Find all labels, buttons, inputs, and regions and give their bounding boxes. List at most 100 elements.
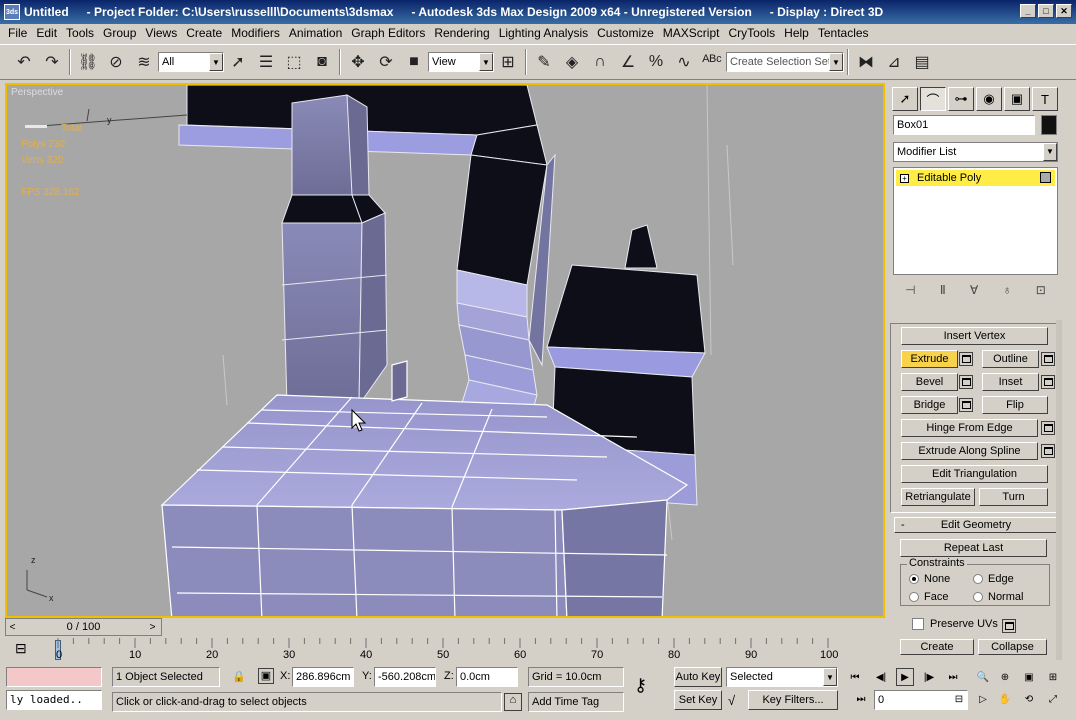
- play-icon[interactable]: ▶: [896, 668, 914, 686]
- utilities-tab-icon[interactable]: T: [1032, 87, 1058, 111]
- remove-modifier-icon[interactable]: ♁: [1003, 283, 1012, 301]
- zoom-icon[interactable]: 🔍: [974, 668, 992, 686]
- set-key-icon[interactable]: ⚷: [634, 675, 647, 696]
- absolute-mode-toggle-icon[interactable]: ▣: [258, 668, 274, 684]
- object-name-field[interactable]: Box01: [893, 115, 1035, 135]
- pin-stack-icon[interactable]: ⊣: [905, 283, 915, 301]
- viewport-label[interactable]: Perspective: [11, 87, 63, 98]
- zoom-extents-all-icon[interactable]: ⊞: [1044, 668, 1062, 686]
- constraint-face-radio[interactable]: Face: [909, 591, 948, 603]
- menu-help[interactable]: Help: [784, 26, 809, 40]
- align-icon[interactable]: ⊿: [880, 48, 908, 76]
- z-coordinate-field[interactable]: 0.0cm: [456, 667, 518, 687]
- close-button[interactable]: ✕: [1056, 4, 1072, 18]
- time-slider-next[interactable]: >: [146, 619, 159, 635]
- pan-view-icon[interactable]: ✋: [996, 690, 1014, 708]
- outline-settings-icon[interactable]: [1041, 352, 1055, 366]
- bind-to-space-warp-icon[interactable]: ≋: [130, 48, 158, 76]
- bevel-button[interactable]: Bevel: [901, 373, 958, 391]
- rectangular-selection-icon[interactable]: ⬚: [280, 48, 308, 76]
- make-unique-icon[interactable]: ∀: [970, 283, 978, 301]
- create-tab-icon[interactable]: ➚: [892, 87, 918, 111]
- bridge-settings-icon[interactable]: [959, 398, 973, 412]
- window-crossing-icon[interactable]: ◙: [308, 48, 336, 76]
- select-and-scale-icon[interactable]: ■: [400, 48, 428, 76]
- edit-named-selection-icon[interactable]: ᴬᴮᶜ: [698, 48, 726, 76]
- select-and-rotate-icon[interactable]: ⟳: [372, 48, 400, 76]
- menu-edit[interactable]: Edit: [36, 26, 57, 40]
- auto-key-button[interactable]: Auto Key: [674, 667, 722, 687]
- angle-snap-icon[interactable]: ∠: [614, 48, 642, 76]
- hierarchy-tab-icon[interactable]: ⊶: [948, 87, 974, 111]
- retriangulate-button[interactable]: Retriangulate: [901, 488, 975, 506]
- field-of-view-icon[interactable]: ▷: [974, 690, 992, 708]
- go-to-end-icon[interactable]: ⏭: [944, 668, 962, 686]
- select-and-move-icon[interactable]: ✥: [344, 48, 372, 76]
- menu-tentacles[interactable]: Tentacles: [818, 26, 869, 40]
- unlink-selection-icon[interactable]: ⊘: [102, 48, 130, 76]
- mirror-icon[interactable]: ⧓: [852, 48, 880, 76]
- key-mode-toggle-icon[interactable]: ⏭: [852, 690, 870, 708]
- object-color-swatch[interactable]: [1041, 115, 1057, 135]
- named-selection-set-field[interactable]: Create Selection Set ▼: [726, 52, 844, 72]
- x-coordinate-field[interactable]: 286.896cm: [292, 667, 354, 687]
- select-and-link-icon[interactable]: ⛓: [74, 48, 102, 76]
- repeat-last-button[interactable]: Repeat Last: [900, 539, 1047, 557]
- pivot-point-center-icon[interactable]: ⊞: [494, 48, 522, 76]
- inset-settings-icon[interactable]: [1041, 375, 1055, 389]
- previous-frame-icon[interactable]: ◀|: [872, 668, 890, 686]
- menu-file[interactable]: File: [8, 26, 27, 40]
- menu-animation[interactable]: Animation: [289, 26, 342, 40]
- stack-item-editable-poly[interactable]: + Editable Poly: [896, 170, 1055, 186]
- motion-tab-icon[interactable]: ◉: [976, 87, 1002, 111]
- configure-modifier-sets-icon[interactable]: ⊡: [1036, 283, 1046, 301]
- extrude-along-spline-settings-icon[interactable]: [1041, 444, 1055, 458]
- modifier-toggle-icon[interactable]: [1040, 172, 1051, 183]
- select-by-name-icon[interactable]: ☰: [252, 48, 280, 76]
- flip-button[interactable]: Flip: [982, 396, 1048, 414]
- menu-create[interactable]: Create: [186, 26, 222, 40]
- reference-coordinate-dropdown[interactable]: View ▼: [428, 52, 494, 72]
- select-and-manipulate-icon[interactable]: ✎: [530, 48, 558, 76]
- bridge-button[interactable]: Bridge: [901, 396, 958, 414]
- menu-group[interactable]: Group: [103, 26, 136, 40]
- set-key-button[interactable]: Set Key: [674, 690, 722, 710]
- go-to-start-icon[interactable]: ⏮: [846, 668, 864, 686]
- y-coordinate-field[interactable]: -560.208cm: [374, 667, 436, 687]
- layer-manager-icon[interactable]: ▤: [908, 48, 936, 76]
- time-tag-icon[interactable]: ⌂: [504, 693, 522, 711]
- percent-snap-icon[interactable]: %: [642, 48, 670, 76]
- modify-tab-icon[interactable]: ⌒: [920, 87, 946, 111]
- menu-tools[interactable]: Tools: [66, 26, 94, 40]
- constraint-none-radio[interactable]: None: [909, 573, 950, 585]
- show-end-result-icon[interactable]: Ⅱ: [940, 283, 946, 301]
- create-button[interactable]: Create: [900, 639, 974, 655]
- add-time-tag[interactable]: Add Time Tag: [528, 692, 624, 712]
- maxscript-mini-listener[interactable]: ly loaded..: [6, 690, 102, 710]
- maximize-button[interactable]: □: [1038, 4, 1054, 18]
- collapse-button[interactable]: Collapse: [978, 639, 1047, 655]
- preserve-uvs-settings-icon[interactable]: [1002, 619, 1016, 633]
- open-mini-curve-editor-icon[interactable]: ⊟: [15, 640, 37, 660]
- menu-rendering[interactable]: Rendering: [434, 26, 489, 40]
- orbit-icon[interactable]: ⟲: [1020, 690, 1038, 708]
- key-mode-dropdown[interactable]: Selected ▼: [726, 667, 838, 687]
- key-filters-button[interactable]: Key Filters...: [748, 690, 838, 710]
- inset-button[interactable]: Inset: [982, 373, 1039, 391]
- extrude-settings-icon[interactable]: [959, 352, 973, 366]
- minimize-button[interactable]: _: [1020, 4, 1036, 18]
- menu-lighting-analysis[interactable]: Lighting Analysis: [499, 26, 588, 40]
- select-object-icon[interactable]: ➚: [224, 48, 252, 76]
- spinner-snap-icon[interactable]: ∿: [670, 48, 698, 76]
- modifier-list-dropdown[interactable]: Modifier List ▼: [893, 142, 1058, 162]
- keyboard-shortcut-override-icon[interactable]: ◈: [558, 48, 586, 76]
- maximize-viewport-icon[interactable]: ⤢: [1044, 690, 1062, 708]
- menu-graph-editors[interactable]: Graph Editors: [351, 26, 425, 40]
- track-bar[interactable]: 0 10 20 30 40 50 60 70 80 90 100: [50, 638, 885, 663]
- snaps-toggle-icon[interactable]: ∩: [586, 48, 614, 76]
- menu-maxscript[interactable]: MAXScript: [663, 26, 720, 40]
- lock-selection-icon[interactable]: 🔒: [232, 670, 246, 683]
- menu-customize[interactable]: Customize: [597, 26, 654, 40]
- constraint-normal-radio[interactable]: Normal: [973, 591, 1023, 603]
- zoom-extents-icon[interactable]: ▣: [1020, 668, 1038, 686]
